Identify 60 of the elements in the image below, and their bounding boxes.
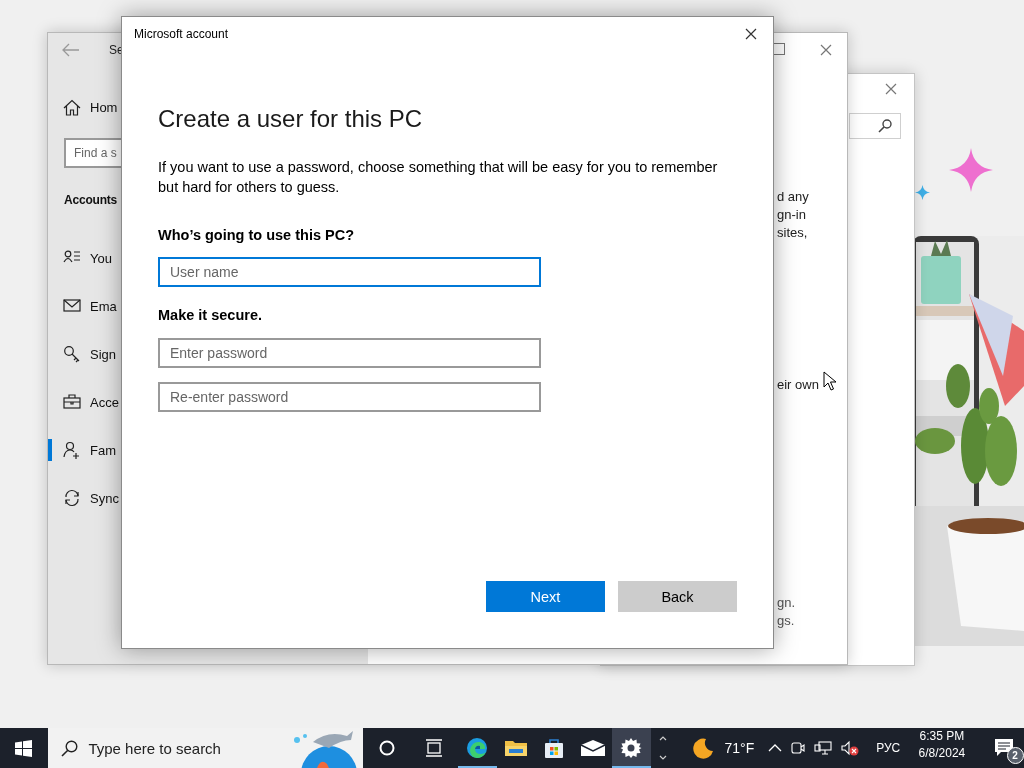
muted-speaker-icon[interactable]: [841, 740, 860, 756]
clock-date: 6/8/2024: [918, 745, 966, 762]
search-field[interactable]: Type here to search: [48, 728, 364, 768]
circle-icon: [379, 740, 396, 756]
input-field[interactable]: Re-enter password: [158, 382, 541, 412]
search-icon: [61, 739, 79, 757]
close-icon[interactable]: [744, 26, 758, 41]
temperature[interactable]: 71°F: [724, 740, 755, 756]
notification-count: 2: [1006, 747, 1024, 764]
search-icon: [878, 119, 892, 133]
text-fragment: gn-in: [777, 206, 807, 224]
camera-icon[interactable]: [791, 740, 806, 756]
field-label: Who’s going to use this PC?: [158, 226, 355, 245]
search-field[interactable]: [849, 113, 901, 139]
sync-icon: [63, 489, 81, 507]
text-fragment: sites,: [777, 224, 809, 242]
text-fragment: gn.: [777, 594, 797, 612]
network-icon[interactable]: [814, 740, 833, 756]
search-field[interactable]: Find a s: [64, 138, 121, 168]
up-down-chevron-icon: [658, 735, 667, 761]
moon-icon: [692, 737, 715, 759]
clock[interactable]: 6:35 PM 6/8/2024: [914, 728, 970, 768]
home-nav-item[interactable]: Hom: [48, 87, 121, 127]
chevron-up-icon[interactable]: [768, 743, 783, 753]
windows-icon: [15, 739, 33, 757]
input-language[interactable]: РУС: [876, 741, 901, 755]
section-title: Accounts: [64, 192, 119, 209]
text-fragment: d any: [777, 188, 810, 206]
browser-icon: [466, 737, 489, 759]
nav-item[interactable]: Sync: [48, 474, 121, 522]
briefcase-icon: [63, 393, 81, 411]
input-field[interactable]: Enter password: [158, 338, 541, 368]
folder-icon: [503, 738, 528, 758]
input-field[interactable]: User name: [158, 257, 541, 287]
nav-item[interactable]: Sign: [48, 330, 121, 378]
key-icon: [63, 345, 81, 363]
dialog-heading: Create a user for this PC: [158, 105, 424, 133]
nav-item[interactable]: You: [48, 234, 121, 282]
text-fragment: eir own: [777, 376, 819, 394]
clock-time: 6:35 PM: [919, 728, 965, 745]
mail-icon: [579, 739, 606, 757]
shopping-bag-icon: [543, 737, 566, 759]
next-button[interactable]: Next: [486, 581, 605, 612]
task-view-icon: [425, 739, 444, 757]
taskbar-app-button[interactable]: [612, 728, 651, 768]
nav-item[interactable]: Acce: [48, 378, 121, 426]
description-text: If you want to use a password, choose something that will be easy for you to remember but hard for others to guess.: [158, 158, 719, 197]
mail-icon: [63, 297, 81, 315]
notification-button[interactable]: 2: [984, 728, 1024, 768]
back-button[interactable]: Back: [618, 581, 737, 612]
text-fragment: gs.: [777, 612, 796, 630]
nav-item[interactable]: Ema: [48, 282, 121, 330]
field-label: Make it secure.: [158, 306, 263, 325]
person-add-icon: [63, 441, 81, 459]
pointer-icon: [823, 371, 836, 391]
home-icon: [63, 98, 81, 116]
sparkle-icon: [949, 148, 993, 192]
dialog-title: Microsoft account: [134, 26, 229, 41]
sparkle-icon: [915, 185, 930, 200]
settings-icon: [620, 737, 643, 759]
